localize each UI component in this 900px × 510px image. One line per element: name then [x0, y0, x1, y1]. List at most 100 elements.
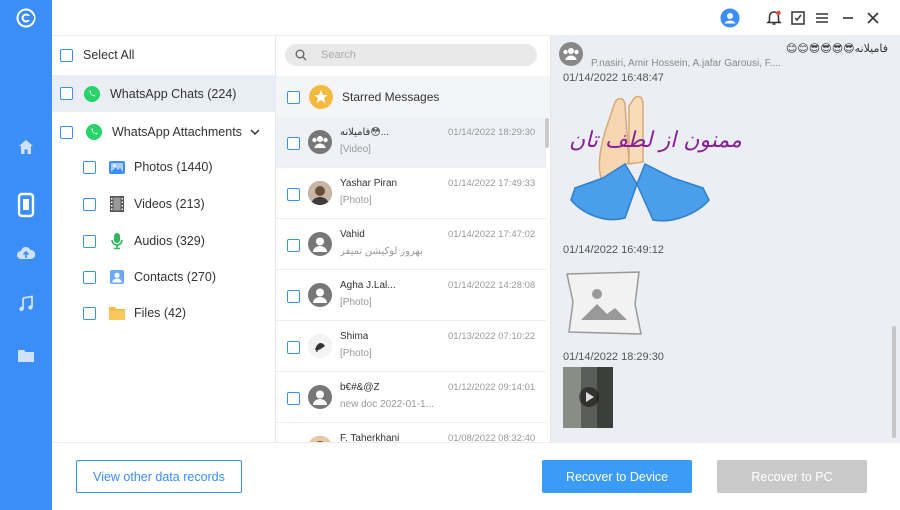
- search-icon: [295, 49, 307, 61]
- chat-name: b€#&@Z: [340, 382, 380, 393]
- chat-list-item[interactable]: Vahid بهروز لوکیشن تمیفر 01/14/2022 17:4…: [276, 220, 546, 270]
- audios-label: Audios (329): [134, 234, 205, 248]
- category-photos[interactable]: Photos (1440): [52, 154, 276, 180]
- photos-checkbox[interactable]: [83, 160, 96, 174]
- chevron-down-icon[interactable]: [250, 125, 260, 139]
- device-nav-active[interactable]: [10, 191, 42, 219]
- app-window: Select All WhatsApp Chats (224) WhatsApp…: [0, 0, 900, 510]
- category-contacts[interactable]: Contacts (270): [52, 264, 276, 290]
- chat-preview: [Photo]: [340, 348, 372, 359]
- chat-list-item[interactable]: Agha J.Lal... [Photo] 01/14/2022 14:28:0…: [276, 271, 546, 321]
- search-placeholder: Search: [321, 49, 356, 61]
- group-avatar-icon: [308, 130, 332, 154]
- star-icon: [309, 85, 333, 109]
- folder-icon[interactable]: [14, 343, 38, 367]
- message-timestamp: 01/14/2022 16:49:12: [563, 244, 664, 256]
- chat-preview: [Photo]: [340, 195, 372, 206]
- select-all-row[interactable]: Select All: [52, 42, 276, 68]
- category-videos[interactable]: Videos (213): [52, 191, 276, 217]
- files-label: Files (42): [134, 306, 187, 320]
- chat-time: 01/14/2022 18:29:30: [448, 127, 536, 138]
- search-input[interactable]: Search: [285, 44, 537, 66]
- videos-checkbox[interactable]: [83, 197, 96, 211]
- user-icon[interactable]: [720, 8, 740, 28]
- bell-icon[interactable]: [764, 8, 784, 28]
- app-logo-icon: [14, 6, 38, 30]
- contact-icon: [108, 268, 126, 286]
- whatsapp-attachments-label: WhatsApp Attachments: [112, 125, 242, 139]
- minimize-icon[interactable]: [838, 8, 858, 28]
- contacts-label: Contacts (270): [134, 270, 216, 284]
- cloud-icon[interactable]: [14, 242, 38, 266]
- whatsapp-icon: [83, 85, 101, 103]
- close-icon[interactable]: [863, 8, 883, 28]
- chat-checkbox[interactable]: [287, 392, 300, 405]
- chat-list-item[interactable]: Shima [Photo] 01/13/2022 07:10:22: [276, 322, 546, 372]
- video-thumbnail[interactable]: [563, 367, 613, 428]
- category-whatsapp-attachments[interactable]: WhatsApp Attachments: [52, 117, 276, 147]
- avatar-photo: [308, 334, 332, 358]
- default-avatar-icon: [308, 385, 332, 409]
- chat-list-item[interactable]: b€#&@Z new doc 2022-01-1... 01/12/2022 0…: [276, 373, 546, 423]
- menu-icon[interactable]: [812, 8, 832, 28]
- feedback-icon[interactable]: [788, 8, 808, 28]
- whatsapp-chats-checkbox[interactable]: [60, 87, 73, 100]
- chat-list-item[interactable]: فامیلانه😳... [Video] 01/14/2022 18:29:30: [276, 118, 546, 168]
- play-icon: [579, 387, 599, 407]
- recover-to-device-button[interactable]: Recover to Device: [542, 460, 692, 493]
- chat-checkbox[interactable]: [287, 137, 300, 150]
- select-all-checkbox[interactable]: [60, 48, 73, 62]
- select-all-label: Select All: [83, 48, 135, 62]
- starred-label: Starred Messages: [342, 90, 440, 104]
- sticker-message[interactable]: ممنون از لطف تان: [563, 92, 742, 238]
- group-avatar-icon: [559, 42, 583, 66]
- audios-checkbox[interactable]: [83, 234, 96, 248]
- chat-list-item[interactable]: F. Taherkhani 01/08/2022 08:32:40: [276, 424, 546, 442]
- chat-name: Yashar Piran: [340, 178, 398, 189]
- chat-time: 01/12/2022 09:14:01: [448, 382, 536, 393]
- category-panel: Select All WhatsApp Chats (224) WhatsApp…: [52, 36, 276, 442]
- chat-preview: [Video]: [340, 144, 371, 155]
- contacts-checkbox[interactable]: [83, 270, 96, 284]
- action-bar: View other data records Recover to Devic…: [52, 442, 900, 510]
- chat-view-scrollbar[interactable]: [892, 326, 896, 438]
- chat-time: 01/14/2022 14:28:08: [448, 280, 536, 291]
- group-name: 😊😊😎😎😎😎فامیلانه: [785, 43, 888, 55]
- chat-list-item[interactable]: Yashar Piran [Photo] 01/14/2022 17:49:33: [276, 169, 546, 219]
- files-checkbox[interactable]: [83, 306, 96, 320]
- chat-checkbox[interactable]: [287, 290, 300, 303]
- chat-list-scrollbar[interactable]: [545, 118, 549, 148]
- chat-name: Agha J.Lal...: [340, 280, 396, 291]
- whatsapp-attachments-checkbox[interactable]: [60, 125, 73, 139]
- category-audios[interactable]: Audios (329): [52, 228, 276, 254]
- default-avatar-icon: [308, 283, 332, 307]
- music-icon[interactable]: [14, 292, 38, 316]
- starred-checkbox[interactable]: [287, 90, 300, 104]
- category-files[interactable]: Files (42): [52, 300, 276, 326]
- chat-time: 01/13/2022 07:10:22: [448, 331, 536, 342]
- chat-preview: new doc 2022-01-1...: [340, 399, 434, 410]
- message-timestamp: 01/14/2022 18:29:30: [563, 351, 664, 363]
- chat-preview: [Photo]: [340, 297, 372, 308]
- title-bar: [52, 0, 900, 36]
- sticker-text: ممنون از لطف تان: [569, 128, 742, 153]
- view-other-records-button[interactable]: View other data records: [76, 460, 242, 493]
- image-placeholder[interactable]: [563, 268, 643, 338]
- chat-name: Shima: [340, 331, 369, 342]
- chat-checkbox[interactable]: [287, 341, 300, 354]
- photos-icon: [108, 158, 126, 176]
- left-rail: [0, 0, 52, 510]
- group-members: P.nasiri, Amir Hossein, A.jafar Garousi,…: [591, 58, 781, 69]
- starred-messages-row[interactable]: Starred Messages: [276, 76, 550, 118]
- chat-checkbox[interactable]: [287, 188, 300, 201]
- whatsapp-icon: [85, 123, 103, 141]
- videos-label: Videos (213): [134, 197, 205, 211]
- home-icon[interactable]: [14, 135, 38, 159]
- chat-time: 01/14/2022 17:49:33: [448, 178, 536, 189]
- category-whatsapp-chats[interactable]: WhatsApp Chats (224): [52, 75, 276, 112]
- chat-time: 01/08/2022 08:32:40: [448, 433, 536, 442]
- folder-icon: [108, 304, 126, 322]
- recover-to-pc-button[interactable]: Recover to PC: [717, 460, 867, 493]
- avatar-photo: [308, 181, 332, 205]
- chat-checkbox[interactable]: [287, 239, 300, 252]
